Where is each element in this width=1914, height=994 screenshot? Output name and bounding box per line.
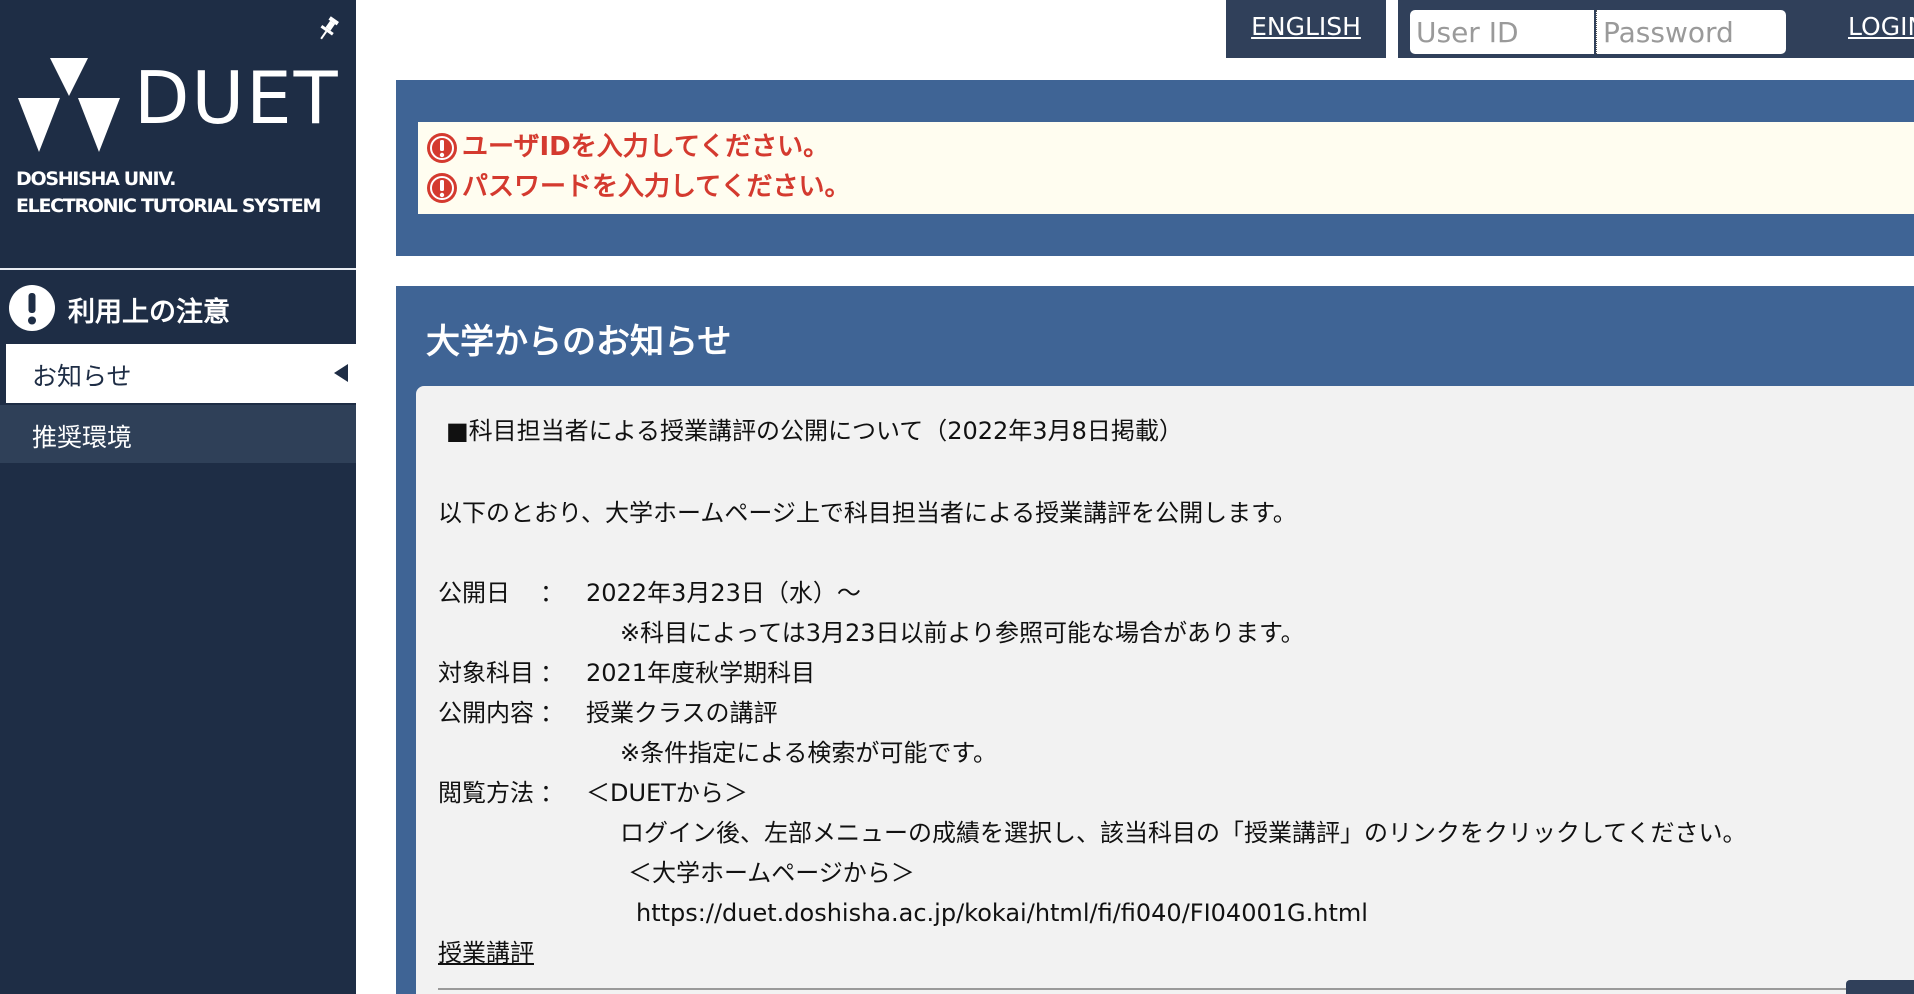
target-subject-value: 2021年度秋学期科目 (586, 659, 816, 687)
sidebar-item-label: お知らせ (32, 362, 132, 391)
active-indicator-icon (334, 364, 348, 382)
colon-separator: ： (540, 579, 564, 607)
notice-panel-title: 大学からのお知らせ (426, 322, 732, 362)
viewing-method-note: ログイン後、左部メニューの成績を選択し、該当科目の「授業講評」のリンクをクリック… (620, 819, 1747, 847)
sidebar-item-label: 推奨環境 (32, 423, 133, 452)
content-value: 授業クラスの講評 (586, 699, 778, 727)
language-switch: ENGLISH (1226, 0, 1386, 58)
content-divider (438, 988, 1848, 990)
publish-date-value: 2022年3月23日（水）〜 (586, 579, 861, 607)
login-button[interactable]: LOGIN (1848, 12, 1914, 41)
colon-separator: ： (540, 699, 564, 727)
userid-input[interactable] (1410, 10, 1594, 54)
error-icon (427, 173, 457, 203)
target-subject-label: 対象科目 (438, 659, 534, 687)
notice-intro: 以下のとおり、大学ホームページ上で科目担当者による授業講評を公開します。 (438, 499, 1297, 527)
publish-date-label: 公開日 (438, 579, 510, 607)
notice-heading: ■科目担当者による授業講評の公開について（2022年3月8日掲載） (446, 417, 1183, 445)
password-input[interactable] (1596, 10, 1786, 54)
notice-title: 利用上の注意 (68, 297, 230, 328)
english-link[interactable]: ENGLISH (1226, 12, 1386, 41)
sidebar-item-recommended-environment[interactable]: 推奨環境 (0, 405, 356, 463)
notice-content: ■科目担当者による授業講評の公開について（2022年3月8日掲載） 以下のとおり… (416, 386, 1914, 994)
viewing-method-url: https://duet.doshisha.ac.jp/kokai/html/f… (636, 899, 1368, 927)
error-message: パスワードを入力してください。 (462, 172, 851, 202)
lecture-review-link[interactable]: 授業講評 (438, 938, 534, 968)
duet-logo-mark-icon (18, 58, 120, 152)
page-top-button[interactable] (1846, 980, 1914, 994)
logo-subtitle: DOSHISHA UNIV. ELECTRONIC TUTORIAL SYSTE… (16, 166, 321, 220)
logo-subtitle-line2: ELECTRONIC TUTORIAL SYSTEM (16, 195, 321, 217)
colon-separator: ： (540, 659, 564, 687)
content-note: ※条件指定による検索が可能です。 (620, 739, 997, 767)
logo[interactable]: DUET DOSHISHA UNIV. ELECTRONIC TUTORIAL … (0, 0, 356, 268)
error-message-box: ユーザIDを入力してください。 パスワードを入力してください。 (418, 122, 1914, 214)
sidebar-divider (0, 268, 356, 270)
logo-subtitle-line1: DOSHISHA UNIV. (16, 168, 176, 190)
viewing-method-web: ＜大学ホームページから＞ (628, 859, 915, 887)
error-icon (427, 133, 457, 163)
pin-icon[interactable] (316, 14, 340, 44)
error-message: ユーザIDを入力してください。 (462, 132, 830, 162)
content-label: 公開内容 (438, 699, 534, 727)
viewing-method-label: 閲覧方法 (438, 779, 534, 807)
sidebar: DUET DOSHISHA UNIV. ELECTRONIC TUTORIAL … (0, 0, 356, 994)
publish-date-note: ※科目によっては3月23日以前より参照可能な場合があります。 (620, 619, 1305, 647)
viewing-method-value: ＜DUETから＞ (586, 779, 748, 807)
sidebar-item-notices[interactable]: お知らせ (6, 344, 356, 403)
exclamation-icon (9, 285, 55, 331)
logo-title: DUET (134, 56, 340, 140)
colon-separator: ： (540, 779, 564, 807)
